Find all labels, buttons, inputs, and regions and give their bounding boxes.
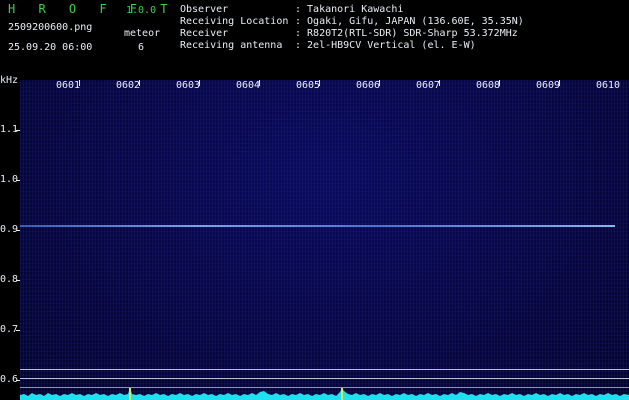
noise-texture xyxy=(20,80,629,400)
freq-tick xyxy=(16,380,20,381)
separator-line xyxy=(20,369,629,370)
meteor-label: meteor xyxy=(124,28,161,39)
time-label: 0607 xyxy=(416,80,441,91)
freq-tick xyxy=(16,130,20,131)
carrier-signal-line xyxy=(20,225,615,227)
spectrogram xyxy=(20,80,629,400)
signal-level-strip xyxy=(20,388,629,400)
freq-tick xyxy=(16,280,20,281)
info-value-observer: : Takanori Kawachi xyxy=(295,4,404,15)
info-key-receiver: Receiver xyxy=(180,28,229,39)
separator-line xyxy=(20,378,629,379)
file-name: 2509200600.png xyxy=(8,22,93,33)
meteor-count: 6 xyxy=(138,42,145,53)
info-key-observer: Observer xyxy=(180,4,229,15)
y-axis-unit: kHz xyxy=(0,75,19,86)
time-tick xyxy=(439,80,440,86)
time-label: 0605 xyxy=(296,80,321,91)
time-label: 0602 xyxy=(116,80,141,91)
time-label: 0610 xyxy=(596,80,621,91)
time-tick xyxy=(319,80,320,86)
info-key-antenna: Receiving antenna xyxy=(180,40,283,51)
time-tick xyxy=(199,80,200,86)
time-tick xyxy=(559,80,560,86)
time-label: 0606 xyxy=(356,80,381,91)
time-tick xyxy=(79,80,80,86)
time-label: 0601 xyxy=(56,80,81,91)
info-key-location: Receiving Location xyxy=(180,16,289,27)
freq-tick xyxy=(16,330,20,331)
info-value-receiver: : R820T2(RTL-SDR) SDR-Sharp 53.372MHz xyxy=(295,28,518,39)
header-panel: H R O F F T 1.0.0 2509200600.png meteor … xyxy=(0,0,629,76)
time-label: 0609 xyxy=(536,80,561,91)
info-value-location: : Ogaki, Gifu, JAPAN (136.60E, 35.35N) xyxy=(295,16,524,27)
time-tick xyxy=(259,80,260,86)
datetime: 25.09.20 06:00 xyxy=(8,42,93,53)
freq-tick xyxy=(16,230,20,231)
time-tick xyxy=(139,80,140,86)
time-label: 0603 xyxy=(176,80,201,91)
app-version: 1.0.0 xyxy=(126,5,157,16)
freq-tick xyxy=(16,180,20,181)
time-tick xyxy=(499,80,500,86)
time-tick xyxy=(379,80,380,86)
info-value-antenna: : 2el-HB9CV Vertical (el. E-W) xyxy=(295,40,476,51)
time-label: 0608 xyxy=(476,80,501,91)
time-label: 0604 xyxy=(236,80,261,91)
